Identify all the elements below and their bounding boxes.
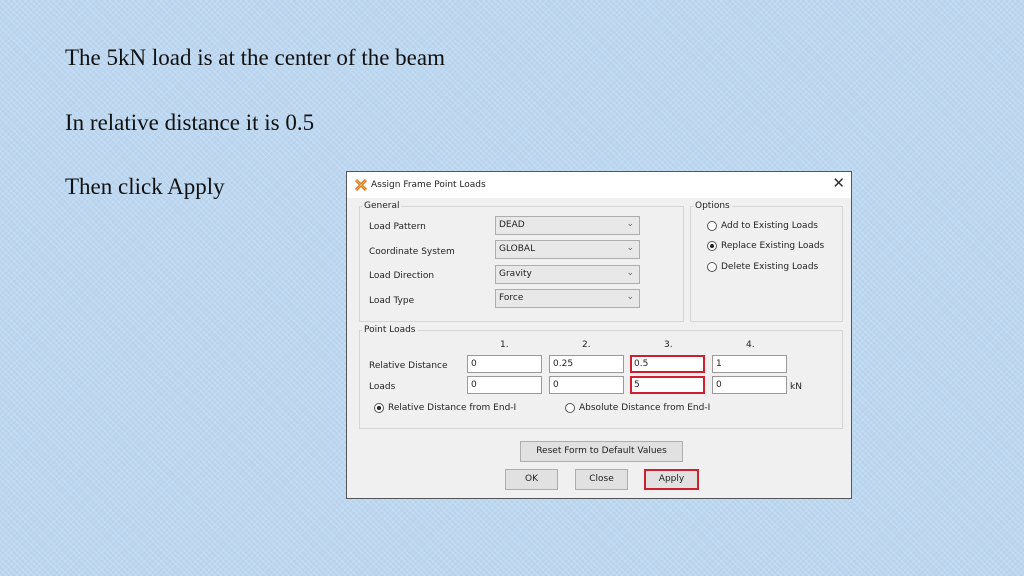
loads-input-3[interactable]: 5 bbox=[630, 376, 705, 394]
radio-indicator bbox=[565, 403, 575, 413]
relative-distance-radio-label: Relative Distance from End-I bbox=[388, 403, 517, 413]
load-type-value: Force bbox=[499, 293, 524, 303]
instruction-line-3: Then click Apply bbox=[65, 174, 225, 199]
reset-form-button[interactable]: Reset Form to Default Values bbox=[520, 441, 683, 462]
relative-distance-radio[interactable]: Relative Distance from End-I bbox=[374, 403, 516, 414]
coordinate-system-value: GLOBAL bbox=[499, 244, 536, 254]
column-header-4: 4. bbox=[746, 340, 755, 350]
load-type-label: Load Type bbox=[369, 296, 415, 306]
absolute-distance-radio[interactable]: Absolute Distance from End-I bbox=[565, 403, 710, 414]
relative-distance-input-4[interactable]: 1 bbox=[712, 355, 787, 373]
close-button[interactable]: Close bbox=[575, 469, 628, 490]
loads-label: Loads bbox=[369, 382, 396, 392]
radio-indicator bbox=[707, 221, 717, 231]
delete-existing-radio[interactable]: Delete Existing Loads bbox=[707, 262, 818, 273]
ok-button[interactable]: OK bbox=[505, 469, 558, 490]
add-to-existing-label: Add to Existing Loads bbox=[721, 221, 818, 231]
replace-existing-radio[interactable]: Replace Existing Loads bbox=[707, 241, 824, 252]
load-direction-select[interactable]: Gravity ⌄ bbox=[495, 265, 640, 284]
chevron-down-icon: ⌄ bbox=[626, 292, 634, 302]
apply-button[interactable]: Apply bbox=[644, 469, 699, 490]
app-icon bbox=[355, 179, 367, 191]
general-group: General Load Pattern DEAD ⌄ Coordinate S… bbox=[359, 201, 684, 322]
radio-indicator-selected bbox=[707, 241, 717, 251]
radio-indicator-selected bbox=[374, 403, 384, 413]
coordinate-system-select[interactable]: GLOBAL ⌄ bbox=[495, 240, 640, 259]
loads-unit: kN bbox=[790, 382, 802, 392]
load-pattern-label: Load Pattern bbox=[369, 222, 426, 232]
dialog-title: Assign Frame Point Loads bbox=[371, 180, 486, 190]
instruction-line-1: The 5kN load is at the center of the bea… bbox=[65, 45, 445, 70]
chevron-down-icon: ⌄ bbox=[626, 268, 634, 278]
column-header-3: 3. bbox=[664, 340, 673, 350]
loads-input-2[interactable]: 0 bbox=[549, 376, 624, 394]
column-header-2: 2. bbox=[582, 340, 591, 350]
add-to-existing-radio[interactable]: Add to Existing Loads bbox=[707, 221, 818, 232]
chevron-down-icon: ⌄ bbox=[626, 219, 634, 229]
options-legend: Options bbox=[695, 201, 730, 211]
absolute-distance-radio-label: Absolute Distance from End-I bbox=[579, 403, 711, 413]
relative-distance-input-3[interactable]: 0.5 bbox=[630, 355, 705, 373]
load-pattern-select[interactable]: DEAD ⌄ bbox=[495, 216, 640, 235]
general-legend: General bbox=[364, 201, 400, 211]
load-type-select[interactable]: Force ⌄ bbox=[495, 289, 640, 308]
load-direction-label: Load Direction bbox=[369, 271, 435, 281]
chevron-down-icon: ⌄ bbox=[626, 243, 634, 253]
coordinate-system-label: Coordinate System bbox=[369, 247, 455, 257]
relative-distance-input-2[interactable]: 0.25 bbox=[549, 355, 624, 373]
loads-input-1[interactable]: 0 bbox=[467, 376, 542, 394]
point-loads-group: Point Loads 1. 2. 3. 4. Relative Distanc… bbox=[359, 325, 843, 429]
point-loads-legend: Point Loads bbox=[364, 325, 416, 335]
radio-indicator bbox=[707, 262, 717, 272]
relative-distance-label: Relative Distance bbox=[369, 361, 448, 371]
options-group: Options Add to Existing Loads Replace Ex… bbox=[690, 201, 843, 322]
dialog-titlebar: Assign Frame Point Loads ✕ bbox=[347, 172, 851, 198]
delete-existing-label: Delete Existing Loads bbox=[721, 262, 819, 272]
load-direction-value: Gravity bbox=[499, 269, 532, 279]
replace-existing-label: Replace Existing Loads bbox=[721, 241, 825, 251]
assign-frame-point-loads-dialog: Assign Frame Point Loads ✕ General Load … bbox=[346, 171, 852, 499]
close-icon[interactable]: ✕ bbox=[832, 176, 845, 191]
column-header-1: 1. bbox=[500, 340, 509, 350]
loads-input-4[interactable]: 0 bbox=[712, 376, 787, 394]
instruction-line-2: In relative distance it is 0.5 bbox=[65, 110, 315, 135]
load-pattern-value: DEAD bbox=[499, 220, 525, 230]
relative-distance-input-1[interactable]: 0 bbox=[467, 355, 542, 373]
